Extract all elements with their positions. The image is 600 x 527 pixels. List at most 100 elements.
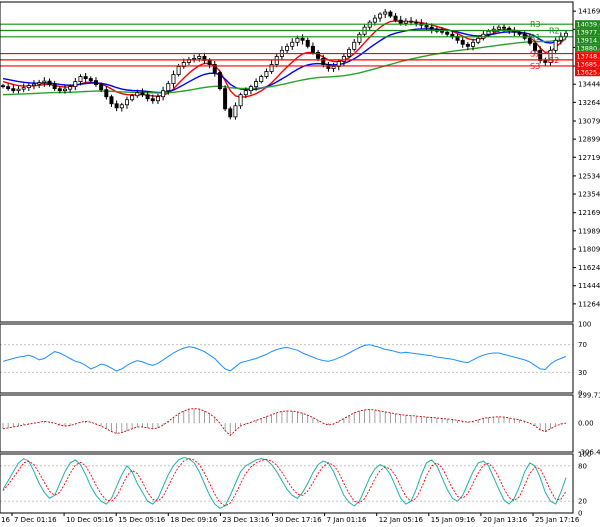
candle-body xyxy=(176,66,181,75)
price-badge-label: 13685.8 xyxy=(577,61,600,69)
pivot-label-r3: R3 xyxy=(530,20,541,29)
candle-body xyxy=(445,31,450,35)
pivot-label-s2: S2 xyxy=(549,56,559,65)
price-tick-label: 11809.0 xyxy=(578,245,600,253)
candle-body xyxy=(553,39,558,51)
candle-body xyxy=(465,43,470,47)
candle-body xyxy=(243,90,248,96)
candle-body xyxy=(254,81,259,88)
time-label: 20 Jan 13:16 xyxy=(483,516,528,524)
candle-body xyxy=(357,33,362,43)
candle-body xyxy=(62,88,67,92)
time-label-fragment: 16 xyxy=(1,516,10,524)
cci-tick-label: 299.71 xyxy=(578,392,600,400)
price-tick-label: 13079.0 xyxy=(578,117,600,125)
candle-body xyxy=(378,13,383,19)
candle-body xyxy=(21,87,26,90)
candle-body xyxy=(228,108,233,118)
stochastic-tick-label: 100 xyxy=(578,451,591,459)
candle-body xyxy=(347,48,352,57)
candle-body xyxy=(403,20,408,24)
candle-body xyxy=(57,88,62,92)
stochastic-tick-label: 20 xyxy=(578,498,587,506)
candle-body xyxy=(145,94,150,100)
candle-body xyxy=(429,26,434,30)
candle-body xyxy=(68,86,73,90)
candle-body xyxy=(93,80,98,86)
price-badge-label: 14039.6 xyxy=(577,21,600,29)
candle-body xyxy=(517,31,522,35)
price-tick-label: 12354.0 xyxy=(578,191,600,199)
candle-body xyxy=(0,85,6,88)
candle-body xyxy=(248,86,253,92)
candle-body xyxy=(259,76,264,82)
candle-body xyxy=(290,41,295,47)
candle-body xyxy=(42,80,47,84)
candle-body xyxy=(238,94,243,107)
pivot-label-r2: R2 xyxy=(549,26,560,35)
candle-body xyxy=(83,76,88,79)
chart-canvas: 14169.013989.013809.013624.013444.013264… xyxy=(0,0,600,527)
price-tick-label: 11624.0 xyxy=(578,264,600,272)
price-tick-label: 11444.0 xyxy=(578,282,600,290)
candle-body xyxy=(207,60,212,65)
candle-body xyxy=(150,98,155,102)
candle-body xyxy=(496,26,501,30)
time-label: 30 Dec 17:16 xyxy=(275,516,323,524)
price-tick-label: 12719.0 xyxy=(578,154,600,162)
candle-body xyxy=(310,45,315,53)
candle-body xyxy=(135,92,140,97)
candle-body xyxy=(88,78,93,81)
price-badges: 14039.613977.213914.713880.413748.313685… xyxy=(575,20,600,77)
time-label: 18 Dec 09:16 xyxy=(170,516,218,524)
candle-body xyxy=(161,90,166,98)
candle-body xyxy=(300,37,305,41)
candle-body xyxy=(73,81,78,88)
pivot-label-s3: S3 xyxy=(530,62,540,71)
time-label: 10 Dec 05:16 xyxy=(66,516,114,524)
candle-body xyxy=(341,56,346,62)
price-badge-label: 13914.7 xyxy=(577,37,600,45)
candle-body xyxy=(424,24,429,28)
candle-body xyxy=(440,30,445,33)
candle-body xyxy=(99,84,104,91)
candle-body xyxy=(124,99,129,106)
candle-body xyxy=(78,76,83,82)
pivot-label-r1: R1 xyxy=(530,33,541,42)
candle-body xyxy=(305,39,310,47)
candle-body xyxy=(450,33,455,37)
candle-body xyxy=(398,19,403,24)
candle-body xyxy=(6,86,11,90)
rsi-tick-label: 100 xyxy=(578,321,591,329)
candle-body xyxy=(104,89,109,98)
rsi-tick-label: 30 xyxy=(578,369,587,377)
candle-body xyxy=(114,103,119,109)
candle-body xyxy=(393,15,398,21)
candle-body xyxy=(409,20,414,23)
candle-body xyxy=(223,88,228,110)
candle-body xyxy=(502,26,507,29)
candle-body xyxy=(471,41,476,47)
price-tick-label: 14169.0 xyxy=(578,8,600,16)
candle-body xyxy=(295,37,300,43)
candle-body xyxy=(11,88,16,92)
candle-body xyxy=(460,39,465,45)
candle-body xyxy=(233,105,238,118)
candle-body xyxy=(331,66,336,69)
candle-body xyxy=(119,104,124,109)
candle-body xyxy=(486,30,491,35)
stochastic-tick-label: 80 xyxy=(578,462,587,470)
price-tick-label: 11989.0 xyxy=(578,227,600,235)
candle-body xyxy=(155,96,160,102)
candle-body xyxy=(31,83,36,87)
candle-body xyxy=(109,96,114,105)
cci-tick-label: 0.00 xyxy=(578,420,594,428)
price-tick-label: 11264.0 xyxy=(578,300,600,308)
candle-body xyxy=(352,41,357,50)
time-label: 7 Jan 01:16 xyxy=(327,516,367,524)
candle-body xyxy=(264,71,269,77)
price-badge-label: 13977.2 xyxy=(577,29,600,37)
candle-body xyxy=(543,60,548,63)
price-badge-label: 13625.4 xyxy=(577,69,600,77)
candle-body xyxy=(372,17,377,23)
